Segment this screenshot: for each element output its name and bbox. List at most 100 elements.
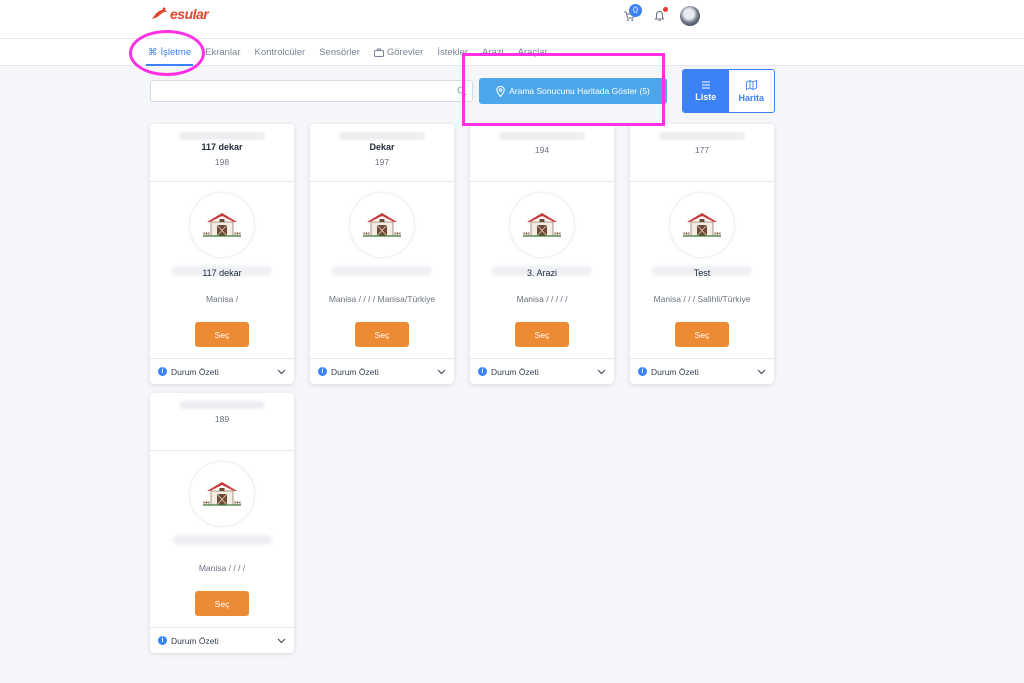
map-icon: [745, 79, 757, 90]
nav-label: İstekler: [437, 46, 468, 58]
blurred-text: [338, 132, 426, 140]
card-number: 198: [214, 157, 230, 167]
nav-item-araclar[interactable]: Araçlar: [518, 39, 548, 65]
status-summary-label: Durum Özeti: [171, 635, 219, 646]
chevron-down-icon: [277, 638, 286, 643]
cart-button[interactable]: 0: [620, 4, 643, 25]
nav-label: Görevler: [386, 46, 424, 58]
nav-label: Araçlar: [517, 46, 548, 58]
status-summary-toggle[interactable]: i Durum Özeti: [310, 358, 454, 384]
info-icon: i: [158, 636, 167, 645]
nav-label: Kontrolcüler: [254, 46, 306, 58]
card-number: 177: [694, 145, 710, 155]
map-pin-icon: [496, 85, 505, 97]
card-location: Manisa / / / / /: [516, 294, 568, 304]
show-on-map-button[interactable]: Arama Sonucunu Haritada Göster (5): [479, 78, 667, 104]
chevron-down-icon: [757, 369, 766, 374]
notification-dot: [663, 7, 668, 12]
status-summary-toggle[interactable]: i Durum Özeti: [150, 627, 294, 653]
barn-icon: [523, 213, 561, 237]
card-name: 3. Arazi: [526, 268, 557, 278]
barn-image: [350, 193, 414, 257]
user-avatar[interactable]: [680, 6, 700, 26]
card-header: Dekar 197: [310, 124, 454, 182]
select-button[interactable]: Seç: [355, 322, 409, 347]
info-icon: i: [478, 367, 487, 376]
nav-item-sensorler[interactable]: Sensörler: [319, 39, 360, 65]
card-body: Manisa / / / / Manisa/Türkiye Seç: [310, 182, 454, 358]
property-card: Dekar 197 Manisa / / / / Manisa/Türkiye …: [310, 124, 454, 384]
status-summary-label: Durum Özeti: [331, 366, 379, 377]
top-bar: esular 0: [0, 0, 1024, 38]
card-header: 117 dekar 198: [150, 124, 294, 182]
nav-label: Sensörler: [319, 46, 360, 58]
nav-item-istekler[interactable]: İstekler: [437, 39, 468, 65]
card-location: Manisa / / / Salihli/Türkiye: [653, 294, 751, 304]
card-name: Test: [693, 268, 711, 278]
card-header: 189: [150, 393, 294, 451]
list-icon: [701, 81, 710, 88]
barn-icon: [363, 213, 401, 237]
info-icon: i: [158, 367, 167, 376]
barn-icon: [203, 482, 241, 506]
list-view-button[interactable]: Liste: [683, 70, 729, 112]
show-on-map-label: Arama Sonucunu Haritada Göster (5): [509, 86, 650, 96]
command-icon: ⌘: [148, 46, 158, 58]
barn-image: [670, 193, 734, 257]
view-toggle: Liste Harita: [682, 69, 775, 113]
nav-item-ekranlar[interactable]: Ekranlar: [205, 39, 240, 65]
info-icon: i: [318, 367, 327, 376]
select-button[interactable]: Seç: [195, 322, 249, 347]
property-card: 189 Manisa / / / / Seç i Durum Özeti: [150, 393, 294, 653]
notifications-button[interactable]: [650, 7, 668, 25]
status-summary-toggle[interactable]: i Durum Özeti: [630, 358, 774, 384]
card-body: 3. Arazi Manisa / / / / / Seç: [470, 182, 614, 358]
barn-icon: [683, 213, 721, 237]
card-number: 189: [214, 414, 230, 424]
logo-icon: [152, 7, 167, 19]
nav-label: Ekranlar: [205, 46, 241, 58]
chevron-down-icon: [437, 369, 446, 374]
status-summary-label: Durum Özeti: [171, 366, 219, 377]
main-nav: ⌘ İşletme Ekranlar Kontrolcüler Sensörle…: [0, 38, 1024, 66]
brand-name: esular: [170, 6, 209, 22]
nav-item-arazi[interactable]: Arazi: [482, 39, 504, 65]
nav-label: İşletme: [160, 46, 192, 58]
blurred-text: [658, 132, 746, 140]
select-button[interactable]: Seç: [675, 322, 729, 347]
nav-label: Arazi: [481, 46, 504, 58]
barn-icon: [203, 213, 241, 237]
status-summary-toggle[interactable]: i Durum Özeti: [150, 358, 294, 384]
briefcase-icon: [373, 48, 384, 57]
cart-count-badge: 0: [629, 4, 643, 17]
brand-logo[interactable]: esular: [150, 6, 209, 22]
info-icon: i: [638, 367, 647, 376]
map-view-label: Harita: [738, 92, 764, 103]
list-view-label: Liste: [695, 91, 717, 102]
barn-image: [190, 462, 254, 526]
chevron-down-icon: [277, 369, 286, 374]
card-header: 177: [630, 124, 774, 182]
status-summary-label: Durum Özeti: [651, 366, 699, 377]
search-icon[interactable]: [457, 86, 467, 96]
card-body: Test Manisa / / / Salihli/Türkiye Seç: [630, 182, 774, 358]
nav-item-gorevler[interactable]: Görevler: [373, 39, 424, 65]
card-number: 197: [374, 157, 390, 167]
blurred-text: [178, 401, 266, 409]
map-view-button[interactable]: Harita: [729, 70, 775, 112]
property-card: 194 3. Arazi Manisa / / / / / Seç i Duru…: [470, 124, 614, 384]
barn-image: [510, 193, 574, 257]
search-input[interactable]: [150, 80, 473, 102]
nav-item-isletme[interactable]: ⌘ İşletme: [145, 39, 194, 66]
select-button[interactable]: Seç: [195, 591, 249, 616]
property-card: 117 dekar 198 117 dekar Manisa / Seç i D…: [150, 124, 294, 384]
status-summary-toggle[interactable]: i Durum Özeti: [470, 358, 614, 384]
nav-item-kontrolculer[interactable]: Kontrolcüler: [255, 39, 306, 65]
card-body: Manisa / / / / Seç: [150, 451, 294, 627]
select-button[interactable]: Seç: [515, 322, 569, 347]
barn-image: [190, 193, 254, 257]
property-card: 177 Test Manisa / / / Salihli/Türkiye Se…: [630, 124, 774, 384]
card-number: 194: [534, 145, 550, 155]
card-title: 117 dekar: [201, 142, 243, 152]
card-body: 117 dekar Manisa / Seç: [150, 182, 294, 358]
